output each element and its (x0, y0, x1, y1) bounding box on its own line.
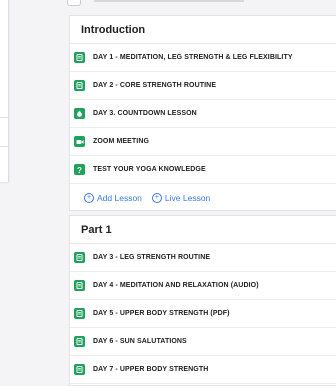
document-icon (74, 364, 85, 375)
video-camera-icon (74, 136, 85, 147)
lesson-item[interactable]: ZOOM MEETING (70, 128, 336, 156)
svg-text:?: ? (77, 166, 82, 174)
lesson-label: DAY 6 - SUN SALUTATIONS (93, 338, 187, 345)
add-lesson-button[interactable]: + Add Lesson (84, 193, 142, 203)
document-icon (74, 308, 85, 319)
lesson-label: DAY 3. COUNTDOWN LESSON (93, 110, 197, 117)
divider (0, 117, 8, 118)
lesson-item[interactable]: DAY 4 - MEDITATION AND RELAXATION (AUDIO… (70, 272, 336, 300)
lesson-label: TEST YOUR YOGA KNOWLEDGE (93, 166, 206, 173)
document-icon (74, 252, 85, 263)
lesson-item[interactable]: DAY 7 - UPPER BODY STRENGTH (70, 356, 336, 384)
document-icon (74, 52, 85, 63)
plus-circle-icon: + (84, 193, 94, 203)
plus-circle-icon: + (151, 193, 162, 203)
lesson-item[interactable]: DAY 3. COUNTDOWN LESSON (70, 100, 336, 128)
document-icon (74, 336, 85, 347)
lesson-label: DAY 3 - LEG STRENGTH ROUTINE (93, 254, 211, 261)
section-introduction: Introduction DAY 1 - MEDITATION, LEG STR… (69, 15, 336, 211)
lesson-label: DAY 4 - MEDITATION AND RELAXATION (AUDIO… (93, 282, 259, 289)
lesson-item[interactable]: DAY 5 - UPPER BODY STRENGTH (PDF) (70, 300, 336, 328)
lesson-label: DAY 5 - UPPER BODY STRENGTH (PDF) (93, 310, 230, 317)
lesson-item[interactable]: DAY 1 - MEDITATION, LEG STRENGTH & LEG F… (70, 44, 336, 72)
lesson-label: DAY 2 - CORE STRENGTH ROUTINE (93, 82, 217, 89)
lesson-item[interactable]: DAY 3 - LEG STRENGTH ROUTINE (70, 244, 336, 272)
lesson-label: ZOOM MEETING (93, 138, 150, 145)
document-icon (74, 280, 85, 291)
checkbox[interactable] (67, 0, 81, 6)
lesson-label: DAY 7 - UPPER BODY STRENGTH (93, 366, 209, 373)
divider (0, 146, 8, 147)
lesson-label: DAY 1 - MEDITATION, LEG STRENGTH & LEG F… (93, 54, 293, 61)
section-title[interactable]: Introduction (70, 16, 336, 44)
section-title[interactable]: Part 1 (70, 216, 336, 244)
header-strip (94, 0, 244, 2)
add-row: + Add Lesson + Live Lesson (70, 184, 336, 212)
section-part-1: Part 1 DAY 3 - LEG STRENGTH ROUTINE DAY … (69, 215, 336, 386)
lesson-item[interactable]: DAY 6 - SUN SALUTATIONS (70, 328, 336, 356)
live-lesson-label: Live Lesson (164, 193, 211, 203)
countdown-icon (74, 108, 85, 119)
lesson-item[interactable]: ? TEST YOUR YOGA KNOWLEDGE (70, 156, 336, 184)
lesson-item[interactable]: DAY 2 - CORE STRENGTH ROUTINE (70, 72, 336, 100)
left-panel (0, 0, 9, 182)
live-lesson-button[interactable]: + Live Lesson (151, 193, 211, 203)
quiz-icon: ? (74, 164, 85, 175)
add-lesson-label: Add Lesson (97, 193, 142, 203)
document-icon (74, 80, 85, 91)
